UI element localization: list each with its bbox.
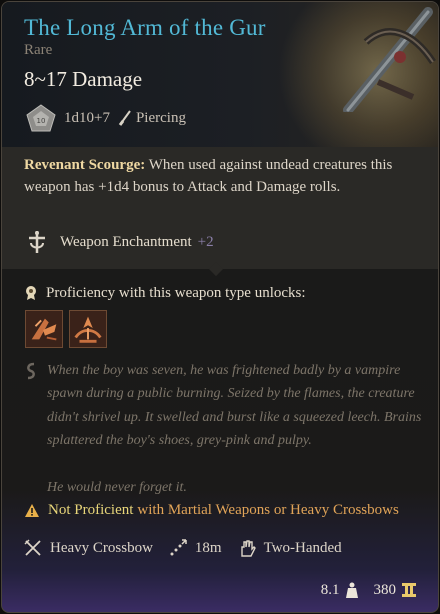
d10-dice-icon: 10 [26, 104, 56, 132]
lore-icon [27, 362, 35, 380]
two-handed-icon [240, 540, 256, 557]
weapon-enchantment-icon [29, 231, 45, 253]
weapon-range: 18m [194, 539, 222, 556]
lore-spacer [47, 453, 427, 476]
tooltip-header: The Long Arm of the Gur Rare 8~17 Damage… [2, 2, 438, 172]
warning-detail: with Martial Weapons or Heavy Crossbows [137, 501, 399, 518]
warning-icon [25, 503, 39, 517]
passive-name: Revenant Scourge: [24, 157, 146, 173]
enchantment-bonus: +2 [197, 233, 214, 250]
item-title: The Long Arm of the Gur [24, 15, 266, 40]
range-icon [170, 539, 187, 556]
unlock-skill-1[interactable] [25, 310, 63, 348]
item-weight: 8.1 [320, 581, 340, 598]
crossbow-icon [24, 539, 41, 556]
enchantment-label: Weapon Enchantment [60, 233, 192, 250]
gold-icon [402, 583, 416, 597]
item-rarity: Rare [24, 42, 53, 58]
proficiency-warning: Not Proficient with Martial Weapons or H… [24, 499, 399, 521]
weapon-enchantment[interactable]: Weapon Enchantment +2 [24, 229, 214, 255]
damage-type: Piercing [135, 109, 186, 126]
unlock-skill-2[interactable] [69, 310, 107, 348]
lore-text: When the boy was seven, he was frightene… [47, 359, 427, 499]
warning-status: Not Proficient [48, 501, 134, 518]
weapon-type: Heavy Crossbow [50, 539, 153, 556]
svg-text:10: 10 [37, 117, 46, 125]
proficiency-icon [26, 286, 36, 300]
damage-range: 8~17 Damage [24, 67, 143, 91]
lore-paragraph: When the boy was seven, he was frightene… [47, 363, 422, 449]
damage-dice-row: 10 1d10+7 Piercing [26, 104, 186, 132]
unlock-skill-icon [31, 318, 57, 341]
proficiency-label: Proficiency with this weapon type unlock… [46, 284, 306, 301]
proficiency-header: Proficiency with this weapon type unlock… [24, 282, 306, 304]
item-footer: 8.1 380 [321, 579, 416, 601]
unlock-skill-icon [74, 316, 102, 343]
damage-dice: 1d10+7 [64, 109, 110, 126]
piercing-icon [118, 110, 131, 126]
item-value: 380 [373, 581, 397, 598]
weapon-properties: Heavy Crossbow 18m Two-Handed [24, 536, 358, 560]
lore-ending: He would never forget it. [47, 479, 187, 495]
item-tooltip: The Long Arm of the Gur Rare 8~17 Damage… [1, 1, 439, 613]
weight-icon [345, 582, 358, 598]
weapon-handedness: Two-Handed [263, 539, 342, 556]
crossbow-image [343, 7, 436, 112]
passive-description: Revenant Scourge: When used against unde… [24, 154, 419, 198]
